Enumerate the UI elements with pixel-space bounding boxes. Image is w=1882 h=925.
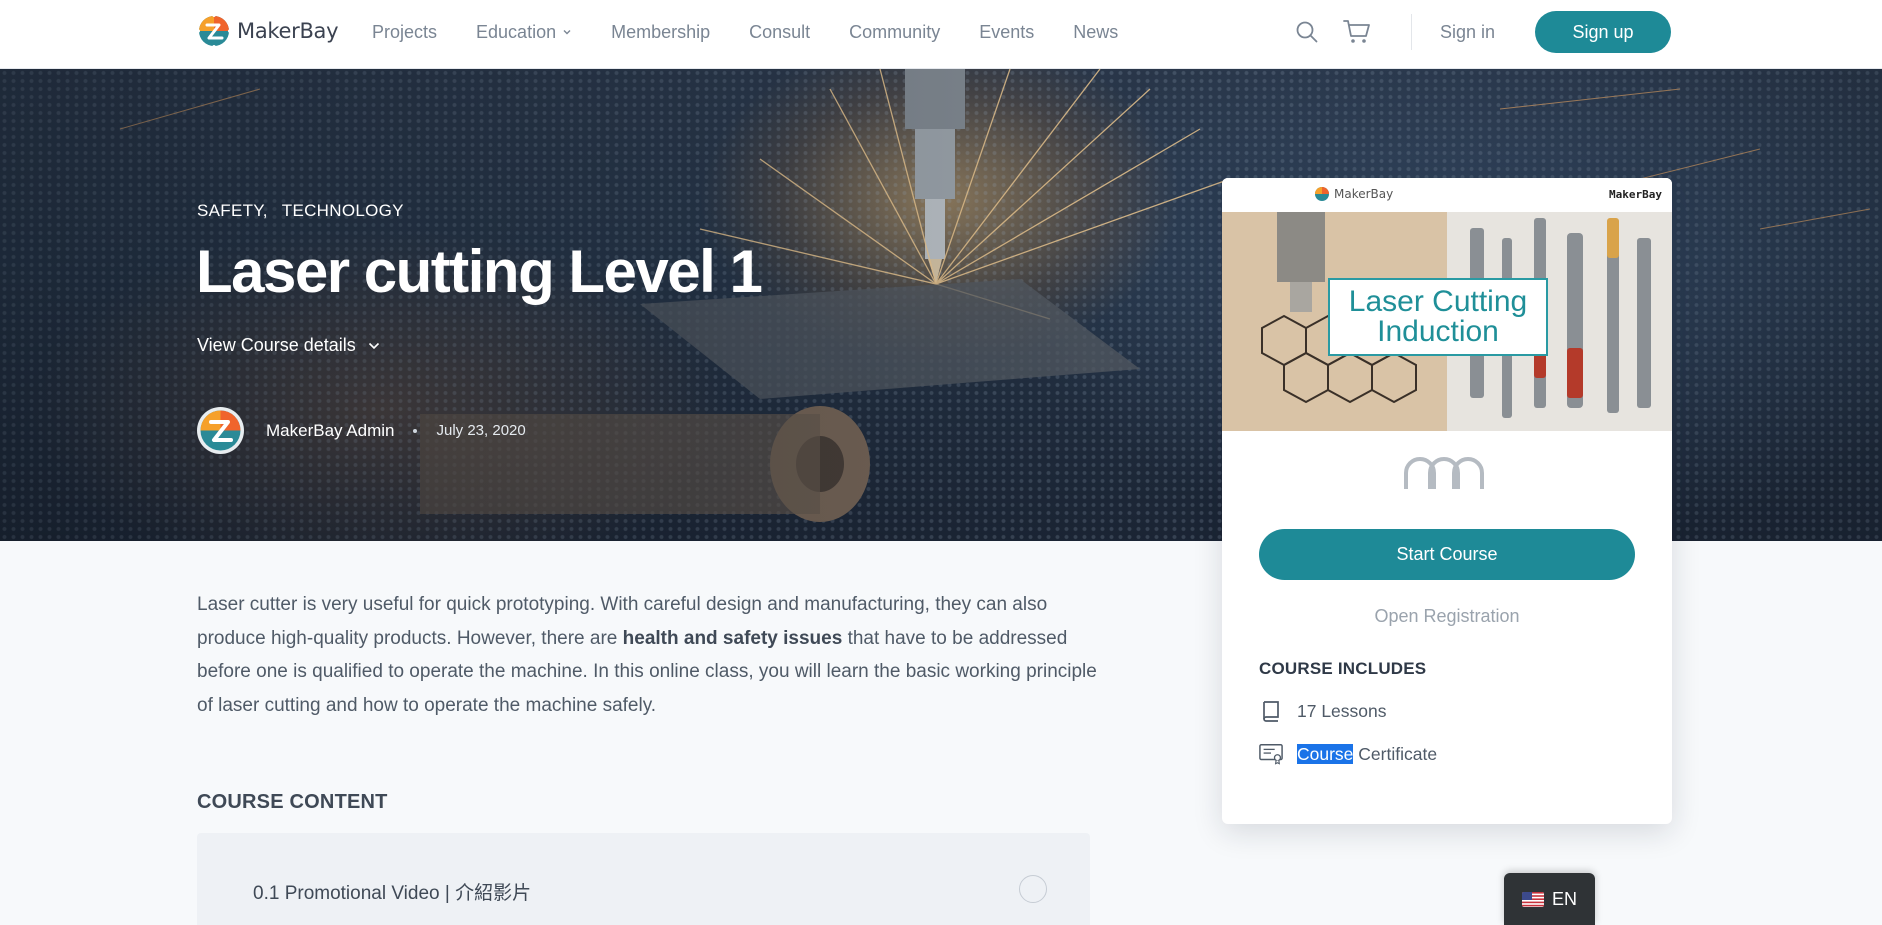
language-switcher[interactable]: EN [1504, 873, 1595, 925]
includes-certificate: Course Certificate [1259, 742, 1437, 766]
cart-icon [1343, 20, 1370, 43]
course-categories: SAFETY, TECHNOLOGY [197, 201, 404, 221]
header-actions: Sign in Sign up [1293, 11, 1671, 53]
site-header: MakerBay Projects Education Membership C… [0, 0, 1882, 69]
author-name[interactable]: MakerBay Admin [266, 421, 395, 441]
cart-button[interactable] [1343, 18, 1371, 46]
main-nav: Projects Education Membership Consult Co… [372, 0, 1157, 64]
start-course-button[interactable]: Start Course [1259, 529, 1635, 580]
search-icon [1296, 21, 1318, 43]
lesson-item[interactable]: 0.1 Promotional Video | 介紹影片 [197, 833, 1090, 925]
thumbnail-title: Laser Cutting Induction [1349, 287, 1527, 347]
includes-lessons-label: 17 Lessons [1297, 700, 1387, 721]
selected-text: Course [1297, 743, 1354, 764]
open-registration-text: Open Registration [1374, 606, 1520, 626]
author-avatar[interactable] [197, 407, 244, 454]
thumbnail-header: MakerBay MakerBay [1222, 178, 1672, 212]
author-meta: MakerBay Admin July 23, 2020 [197, 407, 526, 454]
sign-up-button[interactable]: Sign up [1535, 11, 1671, 53]
chevron-down-icon [368, 342, 379, 349]
nav-projects[interactable]: Projects [372, 22, 437, 43]
nav-education[interactable]: Education [476, 22, 572, 43]
thumbnail-title-line1: Laser Cutting [1348, 285, 1528, 318]
search-button[interactable] [1293, 18, 1321, 46]
post-date: July 23, 2020 [436, 422, 526, 439]
course-content-heading: COURSE CONTENT [197, 791, 388, 813]
course-sidebar-card: MakerBay MakerBay Laser Cutting Induction… [1222, 178, 1672, 824]
site-logo[interactable]: MakerBay [197, 14, 339, 48]
course-title: Laser cutting Level 1 [196, 238, 763, 305]
view-course-details-label: View Course details [197, 335, 356, 355]
thumbnail-logo-text: MakerBay [1334, 187, 1394, 201]
chevron-down-icon [563, 30, 571, 35]
language-code: EN [1551, 888, 1577, 909]
category-safety[interactable]: SAFETY, [197, 201, 268, 221]
logo-text: MakerBay [237, 19, 339, 43]
thumbnail-logo: MakerBay [1314, 186, 1393, 202]
sign-in-link[interactable]: Sign in [1440, 22, 1495, 43]
includes-certificate-label: Course Certificate [1297, 743, 1438, 765]
meta-separator [412, 428, 417, 433]
thumbnail-title-box: Laser Cutting Induction [1328, 278, 1548, 356]
makerbay-logo-icon [1315, 187, 1329, 201]
thumbnail-brand-text: MakerBay [1609, 188, 1662, 201]
enrolled-students-avatars [1404, 457, 1484, 489]
book-icon [1259, 699, 1283, 723]
certificate-label-rest: Certificate [1353, 743, 1438, 764]
nav-consult[interactable]: Consult [749, 22, 810, 43]
course-thumbnail: MakerBay MakerBay Laser Cutting Induction [1222, 178, 1672, 431]
includes-lessons: 17 Lessons [1259, 699, 1387, 723]
nav-community[interactable]: Community [849, 22, 940, 43]
course-description: Laser cutter is very useful for quick pr… [197, 588, 1097, 722]
makerbay-logo-icon [197, 14, 231, 48]
us-flag-icon [1521, 891, 1544, 907]
lesson-title: 0.1 Promotional Video | 介紹影片 [253, 883, 532, 904]
category-technology[interactable]: TECHNOLOGY [282, 201, 404, 221]
lesson-status-circle-icon [1019, 875, 1047, 903]
view-course-details-toggle[interactable]: View Course details [197, 335, 380, 356]
nav-education-label: Education [476, 21, 557, 42]
nav-events[interactable]: Events [979, 22, 1034, 43]
course-includes-heading: COURSE INCLUDES [1259, 659, 1427, 678]
description-emphasis: health and safety issues [622, 627, 843, 649]
header-divider [1410, 14, 1412, 50]
nav-news[interactable]: News [1073, 22, 1118, 43]
nav-membership[interactable]: Membership [611, 22, 710, 43]
certificate-icon [1259, 742, 1283, 766]
makerbay-logo-icon [200, 410, 241, 451]
thumbnail-title-line2: Induction [1377, 315, 1499, 348]
